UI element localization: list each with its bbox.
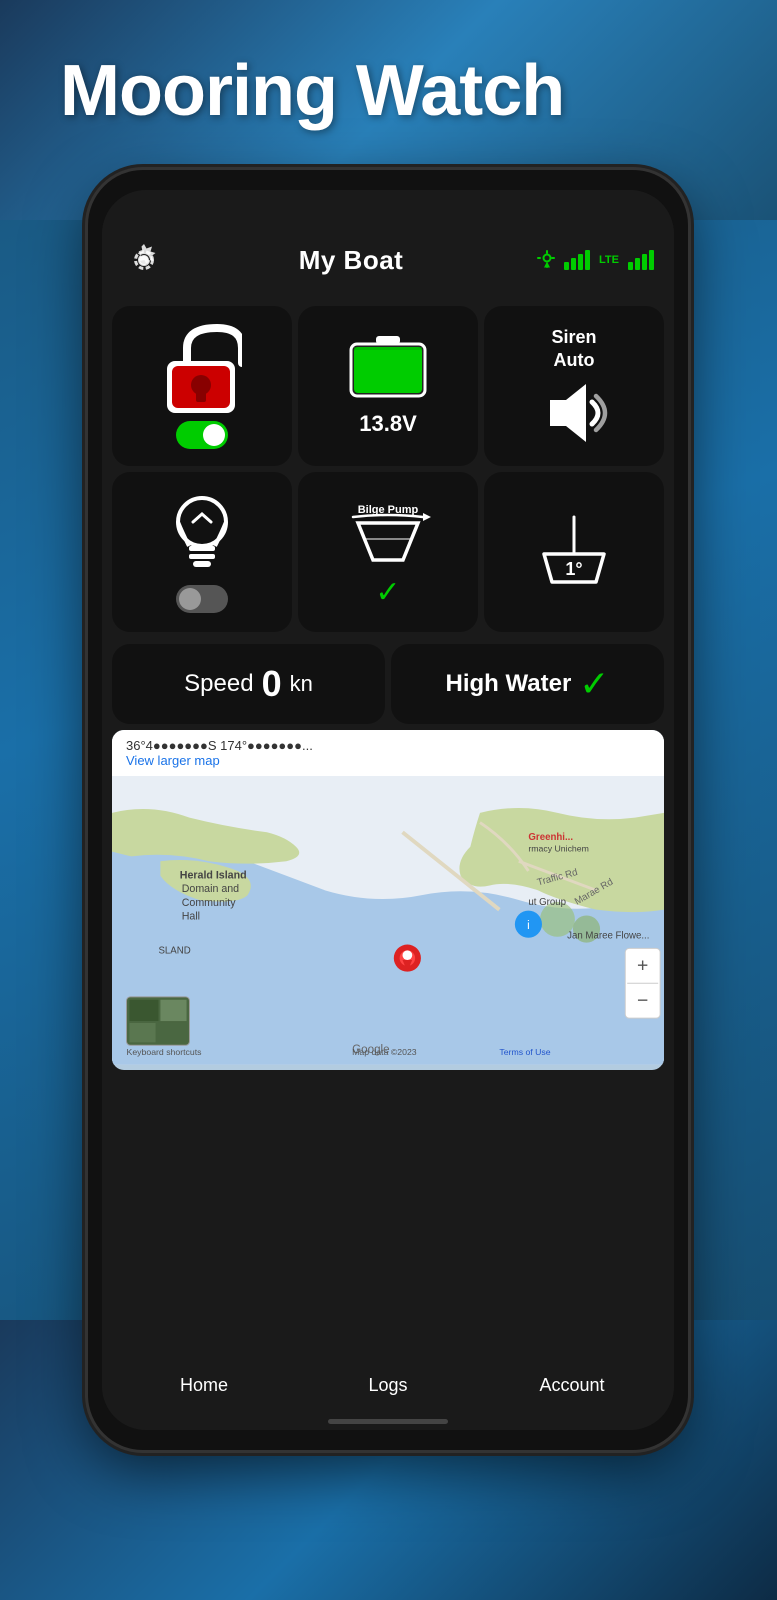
- siren-line1: SirenAuto: [551, 326, 596, 373]
- bottom-nav: Home Logs Account: [102, 1350, 674, 1430]
- speed-label: Speed: [184, 670, 253, 698]
- svg-text:Herald Island: Herald Island: [180, 870, 247, 882]
- boat-name: My Boat: [299, 245, 404, 276]
- heel-tile[interactable]: 1°: [484, 472, 664, 632]
- bottom-row: Speed 0 kn High Water ✓: [102, 644, 674, 730]
- svg-text:Community: Community: [182, 897, 236, 909]
- high-water-label: High Water: [446, 670, 572, 698]
- map-address-bar: 36°4●●●●●●●S 174°●●●●●●●... View larger …: [112, 730, 664, 776]
- light-toggle[interactable]: [176, 585, 228, 613]
- app-title: Mooring Watch: [60, 50, 564, 132]
- light-tile[interactable]: [112, 472, 292, 632]
- svg-text:Domain and: Domain and: [182, 883, 239, 895]
- bilge-checkmark: ✓: [375, 575, 400, 610]
- map-svg: Herald Island Domain and Community Hall …: [112, 730, 664, 1070]
- signal-status: LTE: [536, 249, 654, 271]
- high-water-checkmark: ✓: [579, 663, 609, 705]
- signal-bars-1: [564, 250, 590, 270]
- siren-tile[interactable]: SirenAuto: [484, 306, 664, 466]
- status-bar: [102, 190, 674, 230]
- map-coords: 36°4●●●●●●●S 174°●●●●●●●...: [126, 738, 650, 753]
- battery-voltage: 13.8V: [359, 411, 417, 437]
- speed-tile[interactable]: Speed 0 kn: [112, 644, 385, 724]
- svg-text:+: +: [637, 955, 648, 977]
- map-view-larger[interactable]: View larger map: [126, 753, 650, 768]
- svg-text:−: −: [637, 990, 648, 1012]
- lock-toggle[interactable]: [176, 421, 228, 449]
- speed-unit: kn: [290, 671, 313, 697]
- phone-frame: My Boat LTE: [88, 170, 688, 1450]
- svg-text:Hall: Hall: [182, 910, 200, 922]
- high-water-tile[interactable]: High Water ✓: [391, 644, 664, 724]
- svg-text:rmacy Unichem: rmacy Unichem: [528, 844, 588, 854]
- phone-screen: My Boat LTE: [102, 190, 674, 1430]
- nav-account[interactable]: Account: [480, 1375, 664, 1396]
- battery-tile[interactable]: 13.8V: [298, 306, 478, 466]
- bilge-pump-tile[interactable]: Bilge Pump ✓: [298, 472, 478, 632]
- battery-wrapper: 13.8V: [348, 336, 428, 437]
- nav-home[interactable]: Home: [112, 1375, 296, 1396]
- svg-text:Jan Maree Flowe...: Jan Maree Flowe...: [567, 931, 649, 942]
- map-container[interactable]: 36°4●●●●●●●S 174°●●●●●●●... View larger …: [112, 730, 664, 1070]
- nav-logs[interactable]: Logs: [296, 1375, 480, 1396]
- svg-text:Terms of Use: Terms of Use: [499, 1047, 550, 1057]
- svg-text:Greenhi...: Greenhi...: [528, 832, 573, 843]
- lte-badge: LTE: [599, 254, 619, 266]
- svg-text:Map data ©2023: Map data ©2023: [352, 1047, 417, 1057]
- settings-button[interactable]: [122, 238, 166, 282]
- svg-text:1°: 1°: [565, 559, 582, 579]
- tiles-grid: 13.8V SirenAuto: [102, 300, 674, 644]
- svg-text:ut Group: ut Group: [528, 897, 566, 908]
- svg-text:i: i: [527, 919, 530, 932]
- lock-tile[interactable]: [112, 306, 292, 466]
- speed-value: 0: [262, 663, 282, 705]
- home-bar: [328, 1419, 448, 1424]
- signal-bars-2: [628, 250, 654, 270]
- header: My Boat LTE: [102, 230, 674, 300]
- svg-text:SLAND: SLAND: [158, 945, 190, 956]
- lock-icon-wrapper: [162, 323, 242, 449]
- svg-text:Keyboard shortcuts: Keyboard shortcuts: [127, 1047, 203, 1057]
